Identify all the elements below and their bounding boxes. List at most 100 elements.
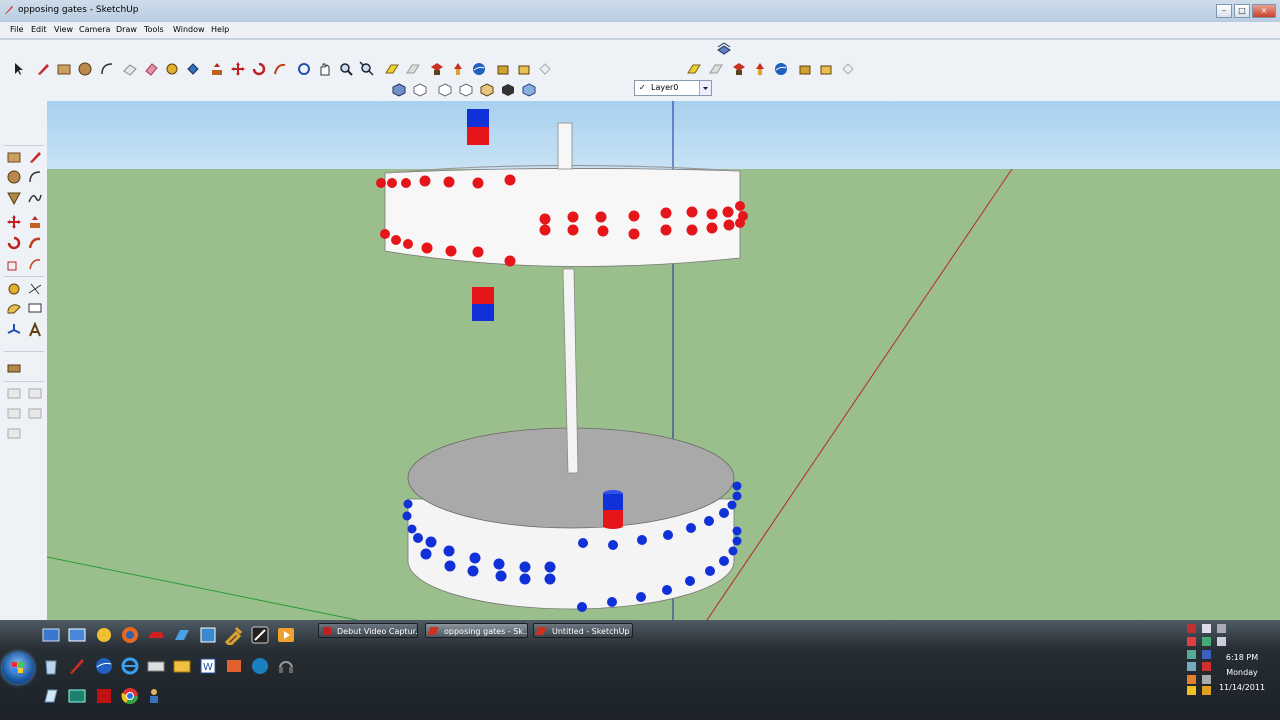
sketchup-icon[interactable] bbox=[67, 656, 87, 676]
make-component-icon[interactable] bbox=[122, 61, 138, 77]
photo-textures-icon[interactable] bbox=[537, 61, 553, 77]
network-icon[interactable] bbox=[67, 686, 87, 706]
internet-explorer-icon[interactable] bbox=[120, 656, 140, 676]
menu-camera[interactable]: Camera bbox=[79, 25, 110, 34]
push-pull-icon[interactable] bbox=[209, 61, 225, 77]
iso-view-icon[interactable] bbox=[391, 82, 407, 98]
headset-icon[interactable] bbox=[276, 656, 296, 676]
inkscape-icon[interactable] bbox=[250, 625, 270, 645]
tray-sync-icon[interactable] bbox=[1202, 675, 1211, 684]
shaded-style-icon[interactable] bbox=[500, 82, 516, 98]
toggle-terrain-icon[interactable] bbox=[516, 61, 532, 77]
tray-printer-icon[interactable] bbox=[1202, 624, 1211, 633]
top-disc[interactable] bbox=[384, 164, 741, 267]
acrobat-icon[interactable] bbox=[94, 686, 114, 706]
menu-file[interactable]: File bbox=[10, 25, 23, 34]
polygon-icon[interactable] bbox=[6, 190, 22, 206]
racing-game-icon[interactable] bbox=[146, 625, 166, 645]
photo-textures-2-icon[interactable] bbox=[840, 61, 856, 77]
move-icon[interactable] bbox=[6, 214, 22, 230]
rectangle-tool-icon[interactable] bbox=[56, 61, 72, 77]
protractor-icon[interactable] bbox=[6, 301, 22, 317]
tray-bluetooth-icon[interactable] bbox=[1202, 650, 1211, 659]
rotate-icon[interactable] bbox=[6, 235, 22, 251]
dimension-icon[interactable] bbox=[27, 281, 43, 297]
eraser-tool-icon[interactable] bbox=[143, 61, 159, 77]
show-desktop-icon[interactable] bbox=[41, 625, 61, 645]
top-view-icon[interactable] bbox=[412, 82, 428, 98]
tray-chat-icon[interactable] bbox=[1187, 675, 1196, 684]
sandbox-icon-3[interactable] bbox=[6, 405, 22, 421]
follow-me-icon[interactable] bbox=[272, 61, 288, 77]
pan-tool-icon[interactable] bbox=[317, 61, 333, 77]
calculator-icon[interactable] bbox=[198, 625, 218, 645]
front-view-icon[interactable] bbox=[437, 82, 453, 98]
menu-edit[interactable]: Edit bbox=[31, 25, 47, 34]
add-location-2-icon[interactable] bbox=[797, 61, 813, 77]
zoom-extents-icon[interactable] bbox=[359, 61, 375, 77]
paint-bucket-icon[interactable] bbox=[185, 61, 201, 77]
previous-view-2-icon[interactable] bbox=[686, 61, 702, 77]
switch-windows-icon[interactable] bbox=[67, 625, 87, 645]
pencil-tool-icon[interactable] bbox=[35, 61, 51, 77]
maximize-button[interactable]: □ bbox=[1234, 4, 1250, 18]
system-clock[interactable]: 6:18 PM Monday 11/14/2011 bbox=[1212, 650, 1272, 695]
media-player-icon[interactable] bbox=[276, 625, 296, 645]
recycle-bin-icon[interactable] bbox=[41, 656, 61, 676]
tray-update-icon[interactable] bbox=[1202, 637, 1211, 646]
google-earth-icon[interactable] bbox=[471, 61, 487, 77]
menu-help[interactable]: Help bbox=[211, 25, 229, 34]
scale-icon[interactable] bbox=[6, 256, 22, 272]
tape-measure-icon[interactable] bbox=[164, 61, 180, 77]
tools-icon[interactable] bbox=[224, 625, 244, 645]
3d-text-icon[interactable] bbox=[27, 322, 43, 338]
notepad-icon[interactable] bbox=[41, 686, 61, 706]
solar-system-icon[interactable] bbox=[94, 625, 114, 645]
tray-security-icon[interactable] bbox=[1187, 637, 1196, 646]
toggle-terrain-2-icon[interactable] bbox=[818, 61, 834, 77]
rectangle-icon[interactable] bbox=[6, 149, 22, 165]
select-tool-icon[interactable] bbox=[10, 61, 26, 77]
freehand-icon[interactable] bbox=[27, 190, 43, 206]
chrome-icon[interactable] bbox=[120, 686, 140, 706]
circle-tool-icon[interactable] bbox=[77, 61, 93, 77]
back-view-icon[interactable] bbox=[479, 82, 495, 98]
tray-battery-icon[interactable] bbox=[1187, 650, 1196, 659]
floating-magnet-top[interactable] bbox=[467, 109, 489, 145]
sandbox-icon-1[interactable] bbox=[6, 385, 22, 401]
sandbox-icon-4[interactable] bbox=[27, 405, 43, 421]
task-opposing-gates[interactable]: opposing gates - Sk... bbox=[425, 623, 528, 638]
photo-viewer-icon[interactable] bbox=[224, 656, 244, 676]
circle-icon[interactable] bbox=[6, 169, 22, 185]
firefox-icon[interactable] bbox=[120, 625, 140, 645]
axes-icon[interactable] bbox=[6, 322, 22, 338]
tray-volume-icon[interactable] bbox=[1217, 637, 1226, 646]
tray-antivirus-icon[interactable] bbox=[1187, 624, 1196, 633]
push-pull-2-icon[interactable] bbox=[27, 214, 43, 230]
text-tool-icon[interactable] bbox=[27, 301, 43, 317]
word-icon[interactable]: W bbox=[198, 656, 218, 676]
menu-tools[interactable]: Tools bbox=[144, 25, 164, 34]
menu-draw[interactable]: Draw bbox=[116, 25, 137, 34]
close-button[interactable]: × bbox=[1252, 4, 1276, 18]
arc-tool-icon[interactable] bbox=[99, 61, 115, 77]
get-models-icon[interactable] bbox=[429, 61, 445, 77]
standing-magnet-bottom[interactable] bbox=[603, 490, 623, 529]
get-models-2-icon[interactable] bbox=[731, 61, 747, 77]
sandbox-icon-2[interactable] bbox=[27, 385, 43, 401]
model-viewport[interactable] bbox=[47, 101, 1280, 620]
google-earth-taskbar-icon[interactable] bbox=[94, 656, 114, 676]
tray-wifi-icon[interactable] bbox=[1187, 662, 1196, 671]
user-settings-icon[interactable] bbox=[146, 686, 166, 706]
minimize-button[interactable]: – bbox=[1216, 4, 1232, 18]
tray-power-icon[interactable] bbox=[1187, 686, 1196, 695]
arc-icon[interactable] bbox=[27, 169, 43, 185]
menu-window[interactable]: Window bbox=[173, 25, 205, 34]
tray-flag-icon[interactable] bbox=[1202, 662, 1211, 671]
share-model-icon[interactable] bbox=[450, 61, 466, 77]
previous-view-icon[interactable] bbox=[384, 61, 400, 77]
sandbox-icon-5[interactable] bbox=[6, 425, 22, 441]
keyboard-icon[interactable] bbox=[146, 656, 166, 676]
add-location-icon[interactable] bbox=[495, 61, 511, 77]
share-model-2-icon[interactable] bbox=[752, 61, 768, 77]
